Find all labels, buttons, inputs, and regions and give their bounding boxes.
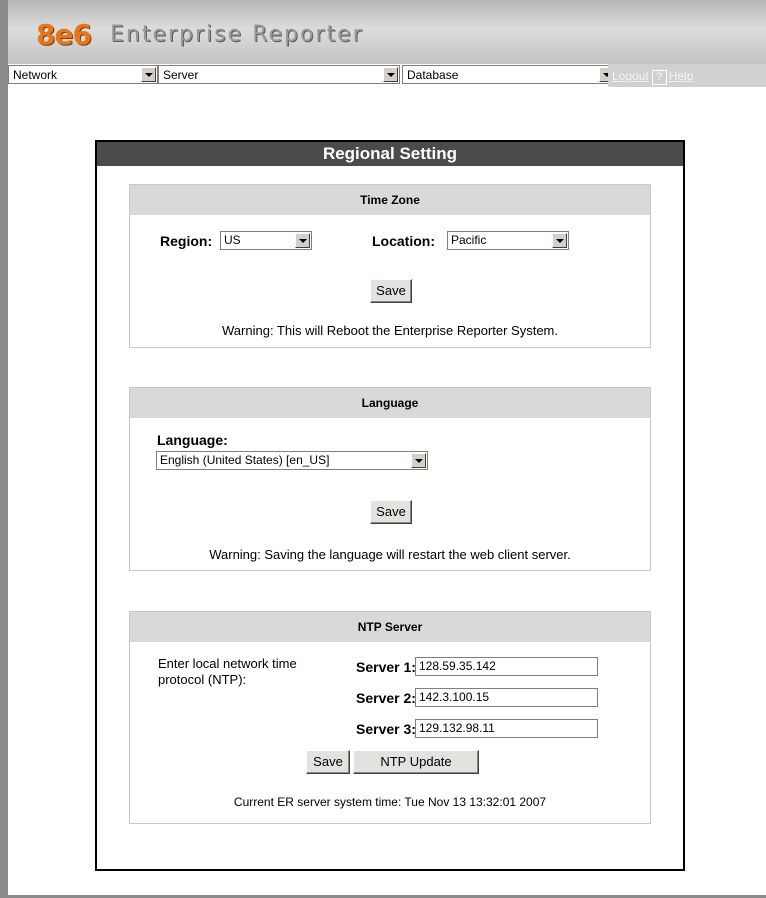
- chevron-down-icon[interactable]: [411, 453, 426, 468]
- language-heading: Language: [130, 388, 650, 418]
- language-select[interactable]: English (United States) [en_US]: [156, 451, 428, 470]
- server-menu-select[interactable]: Server: [158, 65, 400, 84]
- language-section: Language Language: English (United State…: [129, 387, 651, 571]
- time-zone-section: Time Zone Region: US Location: Pacific S…: [129, 184, 651, 348]
- time-zone-save-button[interactable]: Save: [370, 279, 412, 303]
- app-title: Enterprise Reporter: [110, 22, 364, 47]
- region-label: Region:: [160, 233, 213, 249]
- language-label: Language:: [157, 432, 228, 448]
- region-value: US: [224, 233, 241, 247]
- region-select[interactable]: US: [220, 231, 312, 250]
- help-icon[interactable]: ?: [651, 70, 667, 85]
- server1-label: Server 1:: [356, 659, 416, 675]
- chevron-down-icon[interactable]: [295, 233, 310, 248]
- network-menu-select[interactable]: Network: [8, 65, 158, 84]
- time-zone-heading: Time Zone: [130, 185, 650, 215]
- time-zone-warning: Warning: This will Reboot the Enterprise…: [222, 323, 558, 338]
- language-value: English (United States) [en_US]: [160, 453, 330, 467]
- ntp-server-heading: NTP Server: [130, 612, 650, 642]
- panel-title: Regional Setting: [97, 142, 683, 166]
- ntp-server-section: NTP Server Enter local network time prot…: [129, 611, 651, 824]
- location-select[interactable]: Pacific: [447, 231, 569, 250]
- ntp-description-line1: Enter local network time: [158, 656, 297, 671]
- language-warning: Warning: Saving the language will restar…: [209, 547, 571, 562]
- app-header: 8e6 Enterprise Reporter: [8, 0, 766, 65]
- language-save-button[interactable]: Save: [370, 500, 412, 524]
- server3-label: Server 3:: [356, 721, 416, 737]
- chevron-down-icon[interactable]: [141, 67, 156, 82]
- server1-input[interactable]: 128.59.35.142: [415, 657, 598, 676]
- window-left-border: [0, 0, 8, 898]
- logout-link[interactable]: Logout: [612, 69, 649, 83]
- chevron-down-icon[interactable]: [552, 233, 567, 248]
- database-menu-label: Database: [407, 68, 459, 82]
- logo-mark: 8e6: [36, 18, 92, 51]
- server2-label: Server 2:: [356, 690, 416, 706]
- ntp-description-line2: protocol (NTP):: [158, 672, 247, 687]
- regional-setting-panel: Regional Setting Time Zone Region: US Lo…: [95, 140, 685, 871]
- server2-input[interactable]: 142.3.100.15: [415, 688, 598, 707]
- location-value: Pacific: [451, 233, 487, 247]
- nav-links: Logout? Help: [612, 69, 693, 85]
- server3-input[interactable]: 129.132.98.11: [415, 719, 598, 738]
- system-time-text: Current ER server system time: Tue Nov 1…: [233, 795, 547, 809]
- server-menu-label: Server: [163, 68, 199, 82]
- network-menu-label: Network: [13, 68, 58, 82]
- help-link[interactable]: Help: [669, 69, 694, 83]
- ntp-update-button[interactable]: NTP Update: [353, 750, 479, 774]
- database-menu-select[interactable]: Database: [402, 65, 616, 84]
- location-label: Location:: [372, 233, 435, 249]
- chevron-down-icon[interactable]: [383, 67, 398, 82]
- ntp-save-button[interactable]: Save: [306, 750, 350, 774]
